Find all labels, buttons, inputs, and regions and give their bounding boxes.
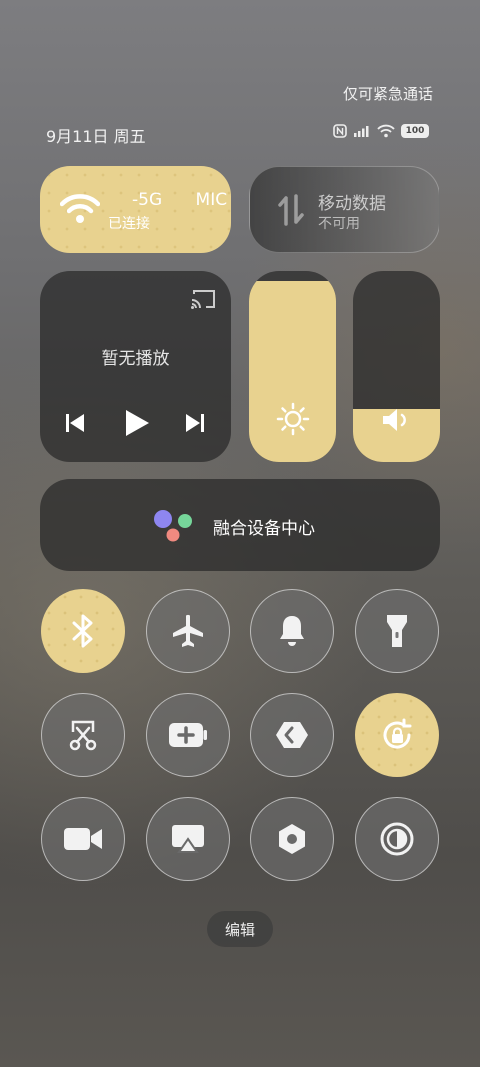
media-player-tile[interactable]: 暂无播放 [40,271,231,462]
edit-button-label: 编辑 [224,920,255,939]
play-icon[interactable] [124,408,150,438]
rotation-lock-toggle[interactable] [355,693,439,777]
next-track-icon[interactable] [185,413,205,433]
airplane-icon [170,613,206,649]
wifi-status-icon [377,124,395,138]
device-center-label: 融合设备中心 [213,519,315,539]
bell-icon [277,614,307,648]
battery-level: 100 [405,126,425,136]
mobile-data-status: 不可用 [318,216,360,232]
emergency-call-only-text: 仅可紧急通话 [343,85,434,103]
battery-icon: 100 [401,124,429,138]
wifi-ssid-head: -5G [132,190,163,210]
dark-mode-toggle[interactable] [355,797,439,881]
wifi-status: 已连接 [108,216,150,232]
settings-toggle[interactable] [250,797,334,881]
cast-icon[interactable] [190,288,216,310]
bluetooth-icon [71,614,95,648]
wifi-ssid: -5G MIC [132,190,227,210]
mobile-data-icon [278,194,304,226]
airplane-mode-toggle[interactable] [146,589,230,673]
mobile-data-tile[interactable]: 移动数据 不可用 [249,166,440,253]
screen-record-toggle[interactable] [41,797,125,881]
video-camera-icon [63,826,103,852]
wifi-tile[interactable]: -5G MIC 已连接 [40,166,231,253]
edit-button[interactable]: 编辑 [207,911,273,947]
previous-track-icon[interactable] [65,413,85,433]
screenshot-toggle[interactable] [41,693,125,777]
rotation-lock-icon [380,718,414,752]
media-status-text: 暂无播放 [101,349,170,369]
flashlight-icon [386,613,408,649]
battery-plus-icon [168,722,208,748]
brightness-icon [275,401,311,437]
nfc-toggle[interactable] [250,693,334,777]
device-center-icon [152,509,194,543]
mobile-data-label: 移动数据 [318,194,386,214]
signal-icon [353,125,371,137]
volume-icon [381,407,413,433]
screenshot-scissors-icon [66,718,100,752]
wifi-ssid-tail: MIC [195,190,228,210]
diamond-arrows-icon [275,720,309,750]
bluetooth-toggle[interactable] [41,589,125,673]
wifi-icon [60,193,100,225]
hex-nut-icon [275,822,309,856]
status-icons: 100 [333,124,429,138]
brightness-slider[interactable] [249,271,336,462]
screen-cast-icon [170,823,206,855]
volume-slider[interactable] [353,271,440,462]
ring-toggle[interactable] [250,589,334,673]
date-text: 9月11日 周五 [46,127,146,146]
screen-cast-toggle[interactable] [146,797,230,881]
flashlight-toggle[interactable] [355,589,439,673]
device-center-tile[interactable]: 融合设备中心 [40,479,440,571]
battery-saver-toggle[interactable] [146,693,230,777]
contrast-icon [380,822,414,856]
nfc-status-icon [333,124,347,138]
